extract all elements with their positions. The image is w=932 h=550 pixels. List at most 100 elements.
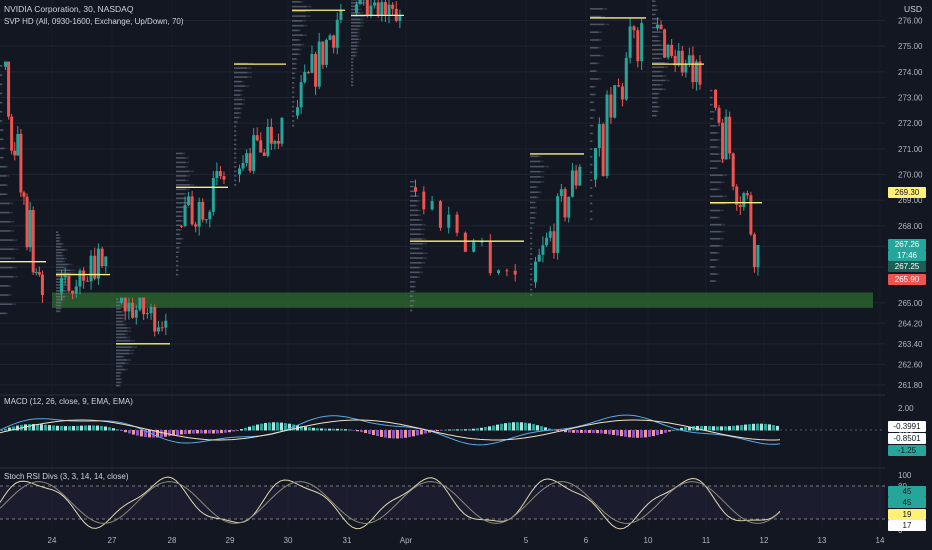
macd-histogram-bar bbox=[104, 426, 107, 431]
profile-bar bbox=[540, 170, 545, 173]
profile-bar bbox=[413, 185, 415, 188]
profile-bar bbox=[236, 161, 237, 164]
macd-histogram-bar bbox=[456, 429, 459, 431]
profile-bar bbox=[532, 258, 533, 260]
profile-bar bbox=[412, 295, 415, 297]
profile-bar bbox=[306, 5, 312, 8]
profile-bar bbox=[244, 85, 249, 87]
macd-histogram-bar bbox=[712, 426, 715, 431]
profile-bar bbox=[122, 317, 125, 320]
macd-title: MACD (12, 26, close, 9, EMA, EMA) bbox=[4, 397, 133, 406]
profile-bar bbox=[590, 148, 592, 150]
macd-histogram-bar bbox=[520, 422, 523, 431]
profile-bar bbox=[292, 96, 294, 98]
profile-bar bbox=[299, 48, 302, 51]
profile-bar bbox=[652, 84, 661, 86]
profile-bar bbox=[292, 48, 300, 51]
profile-bar bbox=[0, 294, 9, 296]
macd-histogram-bar bbox=[324, 428, 327, 431]
candle-body bbox=[194, 224, 198, 227]
profile-bar bbox=[410, 295, 413, 297]
profile-bar bbox=[116, 317, 123, 320]
macd-histogram-bar bbox=[496, 424, 499, 431]
stoch-band bbox=[0, 486, 885, 519]
candle-body bbox=[541, 245, 545, 255]
profile-bar bbox=[351, 45, 358, 47]
grid bbox=[0, 0, 885, 530]
profile-bar bbox=[590, 15, 601, 18]
time-tick-label: 30 bbox=[284, 536, 293, 545]
macd-histogram-bar bbox=[664, 430, 667, 433]
profile-bar bbox=[538, 155, 542, 158]
macd-histogram-bar bbox=[28, 424, 31, 431]
profile-bar bbox=[410, 281, 415, 283]
profile-bar bbox=[530, 288, 532, 291]
profile-bar bbox=[590, 93, 595, 96]
macd-histogram-bar bbox=[224, 430, 227, 433]
candle-body bbox=[296, 107, 299, 116]
profile-bar bbox=[298, 29, 302, 32]
profile-bar bbox=[657, 35, 660, 38]
profile-bar bbox=[351, 54, 356, 57]
profile-bar bbox=[351, 81, 353, 83]
profile-bar bbox=[530, 247, 532, 250]
profile-bar bbox=[660, 70, 664, 73]
profile-bar bbox=[652, 4, 656, 7]
profile-bar bbox=[236, 134, 237, 137]
profile-bar bbox=[590, 31, 599, 33]
profile-bar bbox=[298, 53, 301, 56]
profile-bar bbox=[413, 304, 415, 307]
profile-bar bbox=[590, 171, 592, 174]
macd-histogram-bar bbox=[728, 426, 731, 431]
profile-bar bbox=[410, 261, 422, 264]
candle-body bbox=[609, 94, 613, 118]
candle-body bbox=[628, 26, 632, 58]
profile-bar bbox=[712, 117, 714, 120]
profile-bar bbox=[590, 101, 594, 104]
candle-body bbox=[276, 141, 280, 144]
profile-bar bbox=[234, 94, 241, 96]
macd-histogram-bar bbox=[48, 425, 51, 431]
profile-bar bbox=[234, 85, 245, 87]
profile-bar bbox=[532, 273, 533, 276]
price-tick-label: 275.00 bbox=[898, 42, 923, 51]
profile-bar bbox=[298, 39, 302, 41]
profile-bar bbox=[234, 107, 241, 110]
profile-bar bbox=[355, 51, 358, 54]
profile-bar bbox=[590, 202, 592, 205]
profile-bar bbox=[294, 86, 295, 89]
candle-body bbox=[659, 24, 663, 30]
profile-bar bbox=[351, 58, 354, 60]
macd-histogram-bar bbox=[628, 430, 631, 438]
profile-bar bbox=[234, 134, 236, 137]
profile-bar bbox=[592, 156, 593, 158]
macd-histogram-bar bbox=[772, 425, 775, 431]
profile-bar bbox=[710, 230, 721, 233]
profile-bar bbox=[176, 251, 179, 254]
profile-bar bbox=[126, 336, 131, 339]
profile-bar bbox=[176, 210, 182, 213]
profile-bar bbox=[710, 209, 721, 212]
profile-bar bbox=[176, 228, 181, 231]
profile-bar bbox=[68, 263, 73, 266]
profile-bar bbox=[592, 202, 593, 205]
profile-bar bbox=[351, 31, 358, 34]
time-tick-label: 12 bbox=[760, 536, 769, 545]
macd-histogram-bar bbox=[320, 428, 323, 431]
profile-bar bbox=[294, 96, 295, 98]
profile-bar bbox=[652, 9, 657, 11]
profile-bar bbox=[305, 15, 311, 17]
candle-body bbox=[321, 41, 325, 65]
profile-bar bbox=[590, 109, 595, 111]
stoch-tag-b: 45 bbox=[888, 497, 926, 508]
profile-bar bbox=[358, 8, 362, 11]
chart-canvas[interactable]: 276.00275.00274.00273.00272.00271.00270.… bbox=[0, 0, 932, 550]
profile-bar bbox=[590, 39, 599, 41]
macd-histogram-bar bbox=[100, 425, 103, 431]
macd-histogram-bar bbox=[72, 426, 75, 431]
profile-bar bbox=[240, 107, 243, 110]
profile-bar bbox=[8, 285, 12, 287]
profile-bar bbox=[189, 170, 195, 173]
profile-bar bbox=[664, 62, 669, 64]
profile-bar bbox=[56, 266, 65, 269]
